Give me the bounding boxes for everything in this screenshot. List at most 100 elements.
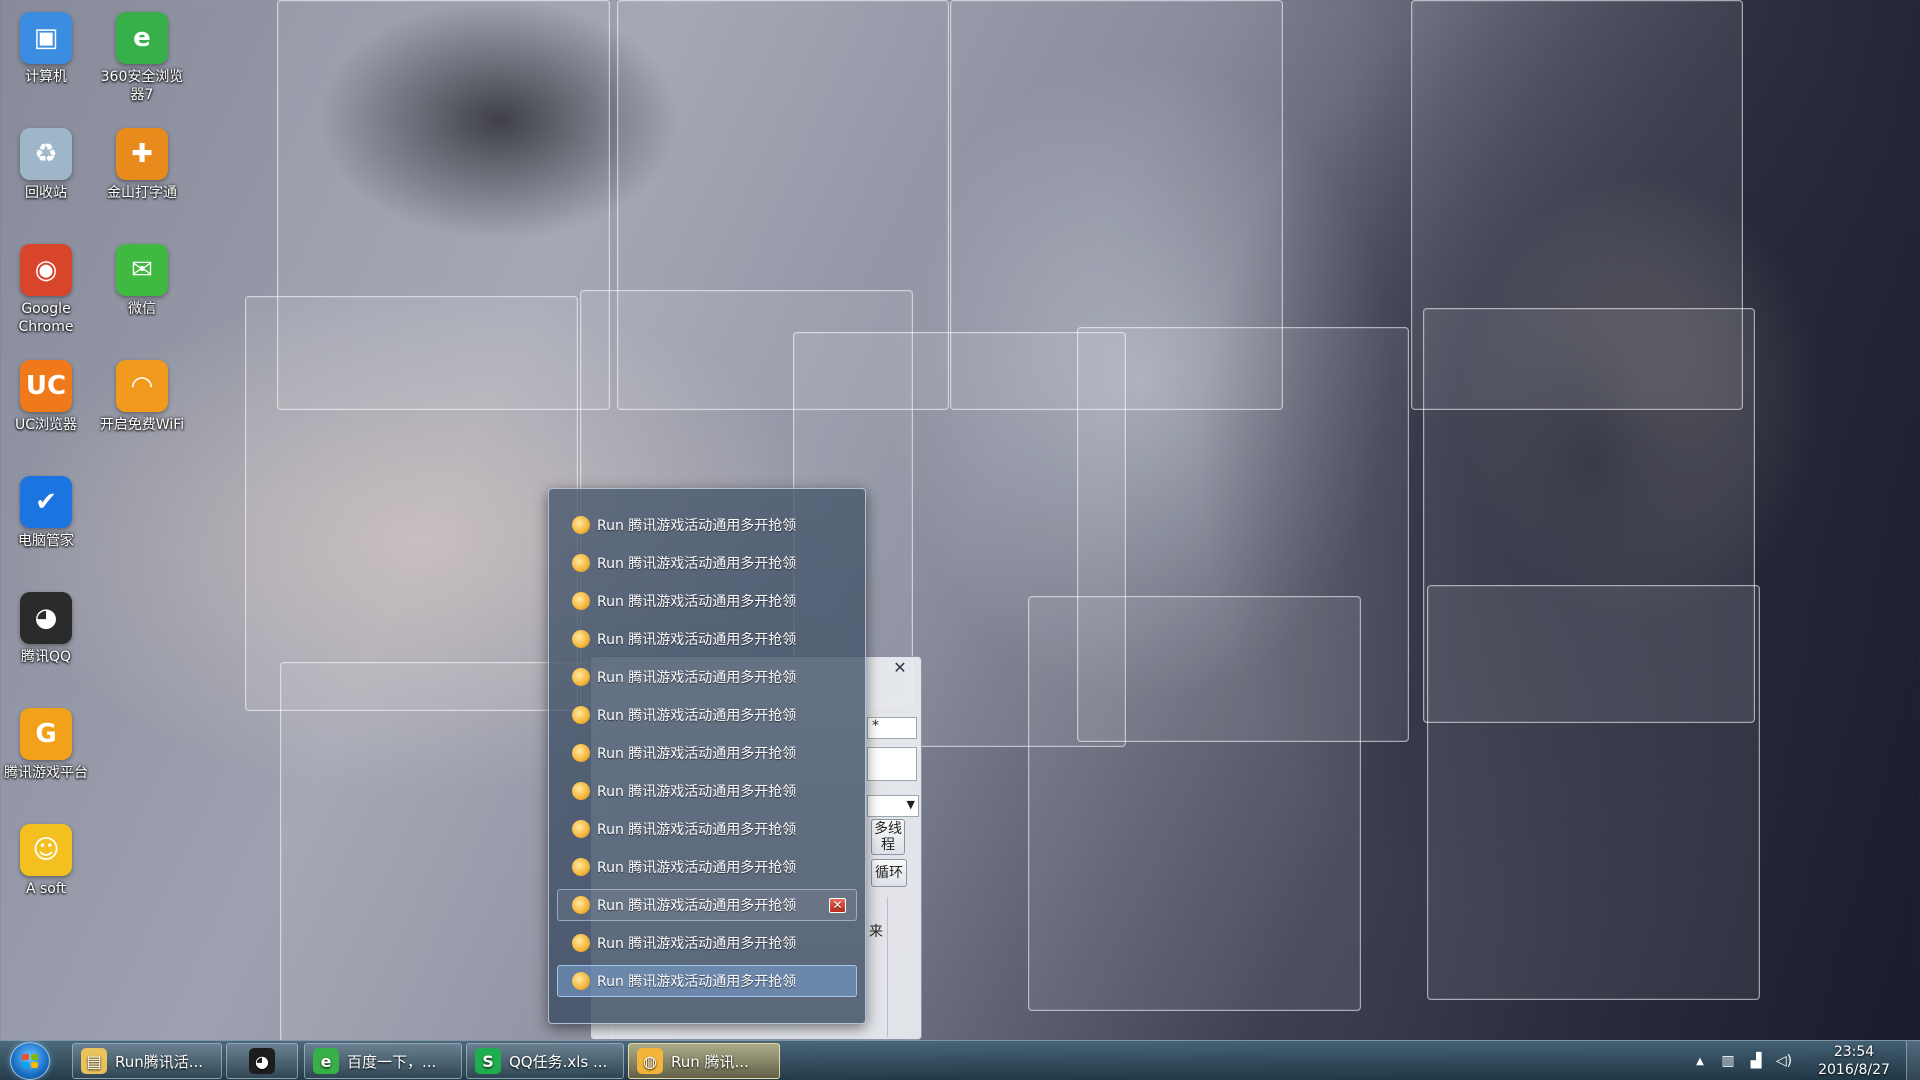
windows-logo-icon (31, 1062, 38, 1068)
tencent-games-icon: G (20, 708, 72, 760)
desktop-icon-label: 腾讯游戏平台 (4, 765, 88, 781)
show-desktop-button[interactable] (1906, 1041, 1920, 1080)
popup-list-item[interactable]: Run 腾讯游戏活动通用多开抢领 ✕ (557, 889, 857, 921)
window-close-button[interactable]: ✕ (885, 659, 915, 677)
popup-item-label: Run 腾讯游戏活动通用多开抢领 (597, 632, 797, 648)
pc-manager-icon: ✔ (20, 476, 72, 528)
taskbar-button-label: 百度一下，... (347, 1052, 437, 1071)
taskbar: ▤ Run腾讯活... ◕ e 百度一下，... S QQ任务.xls ... ◍ Run 腾讯… (0, 1040, 1920, 1080)
glass-tile (1028, 596, 1361, 1011)
taskbar-button[interactable]: e 百度一下，... (304, 1043, 462, 1079)
taskbar-button[interactable]: ▤ Run腾讯活... (72, 1043, 222, 1079)
app-orange-icon (572, 744, 590, 762)
desktop-icon-label: UC浏览器 (14, 417, 78, 433)
desktop-icon[interactable]: ✚ 金山打字通 (96, 128, 188, 202)
app-orange-icon (572, 592, 590, 610)
popup-list-item[interactable]: Run 腾讯游戏活动通用多开抢领 (557, 547, 857, 579)
desktop-icon[interactable]: ◕ 腾讯QQ (0, 592, 92, 666)
popup-item-label: Run 腾讯游戏活动通用多开抢领 (597, 822, 797, 838)
popup-list-item[interactable]: Run 腾讯游戏活动通用多开抢领 (557, 775, 857, 807)
popup-item-label: Run 腾讯游戏活动通用多开抢领 (597, 898, 797, 914)
taskbar-button-label: Run腾讯活... (115, 1052, 204, 1071)
desktop-icon[interactable]: ✔ 电脑管家 (0, 476, 92, 550)
scrollbar[interactable] (887, 897, 907, 1037)
device-icon[interactable]: ▥ (1717, 1053, 1739, 1069)
popup-item-label: Run 腾讯游戏活动通用多开抢领 (597, 746, 797, 762)
desktop-icon[interactable]: ◉ Google Chrome (0, 244, 92, 336)
taskbar-button-label: QQ任务.xls ... (509, 1052, 608, 1071)
desktop-icon[interactable]: ◠ 开启免费WiFi (96, 360, 188, 434)
popup-list-item[interactable]: Run 腾讯游戏活动通用多开抢领 (557, 661, 857, 693)
app-orange-icon (572, 934, 590, 952)
desktop-icon[interactable]: UC UC浏览器 (0, 360, 92, 434)
browser-360-icon: e (116, 12, 168, 64)
dropdown-select[interactable]: ▼ (867, 795, 919, 817)
close-icon[interactable]: ✕ (829, 898, 846, 913)
app-orange-icon (572, 516, 590, 534)
chrome-icon: ◉ (20, 244, 72, 296)
popup-list-item[interactable]: Run 腾讯游戏活动通用多开抢领 (557, 509, 857, 541)
desktop-icon-label: 360安全浏览器7 (100, 69, 184, 103)
desktop-icon[interactable]: e 360安全浏览器7 (96, 12, 188, 104)
popup-list-item[interactable]: Run 腾讯游戏活动通用多开抢领 (557, 851, 857, 883)
window-switcher-popup: Run 腾讯游戏活动通用多开抢领 Run 腾讯游戏活动通用多开抢领 Run 腾讯游戏… (548, 488, 866, 1024)
multi-thread-button[interactable]: 多线程 (871, 819, 905, 855)
clock[interactable]: 23:54 2016/8/27 (1806, 1043, 1902, 1079)
app-orange-icon (572, 858, 590, 876)
desktop-icon[interactable]: ♻ 回收站 (0, 128, 92, 202)
windows-logo-icon (22, 1054, 29, 1060)
popup-item-label: Run 腾讯游戏活动通用多开抢领 (597, 556, 797, 572)
desktop-icon-label: 计算机 (25, 69, 67, 85)
popup-list-item[interactable]: Run 腾讯游戏活动通用多开抢领 (557, 737, 857, 769)
input-field[interactable]: * (867, 717, 917, 739)
app-orange-icon (572, 972, 590, 990)
network-icon[interactable]: ▟ (1745, 1053, 1767, 1069)
desktop-icon[interactable]: G 腾讯游戏平台 (0, 708, 92, 782)
computer-icon: ▣ (20, 12, 72, 64)
popup-item-label: Run 腾讯游戏活动通用多开抢领 (597, 784, 797, 800)
input-field-secondary[interactable] (867, 747, 917, 781)
popup-item-label: Run 腾讯游戏活动通用多开抢领 (597, 594, 797, 610)
qq-penguin-icon: ◕ (249, 1048, 275, 1074)
qq-penguin-icon: ◕ (20, 592, 72, 644)
popup-list-item[interactable]: Run 腾讯游戏活动通用多开抢领 (557, 965, 857, 997)
popup-list-item[interactable]: Run 腾讯游戏活动通用多开抢领 (557, 927, 857, 959)
taskbar-button[interactable]: S QQ任务.xls ... (466, 1043, 624, 1079)
chevron-down-icon: ▼ (906, 798, 915, 811)
app-orange-icon (572, 668, 590, 686)
popup-list-item[interactable]: Run 腾讯游戏活动通用多开抢领 (557, 813, 857, 845)
smiley-icon: ☺ (20, 824, 72, 876)
popup-list-item[interactable]: Run 腾讯游戏活动通用多开抢领 (557, 699, 857, 731)
app-orange-icon (572, 554, 590, 572)
taskbar-button[interactable]: ◕ (226, 1043, 298, 1079)
partial-text: 来 (869, 924, 883, 940)
tray-expand-icon[interactable]: ▲ (1689, 1056, 1711, 1067)
popup-item-label: Run 腾讯游戏活动通用多开抢领 (597, 708, 797, 724)
desktop-icon-label: 回收站 (25, 185, 67, 201)
desktop-icon[interactable]: ▣ 计算机 (0, 12, 92, 86)
glass-tile (245, 296, 578, 711)
loop-button[interactable]: 循环 (871, 859, 907, 887)
tray-icon-group: ▥ ▟ ◁) (1714, 1053, 1798, 1069)
volume-icon[interactable]: ◁) (1773, 1053, 1795, 1069)
desktop-icon-label: 微信 (128, 301, 156, 317)
taskbar-button[interactable]: ◍ Run 腾讯... (628, 1043, 780, 1079)
windows-logo-icon (31, 1054, 38, 1060)
popup-list-item[interactable]: Run 腾讯游戏活动通用多开抢领 (557, 585, 857, 617)
system-tray: ▲ ▥ ▟ ◁) 23:54 2016/8/27 (1686, 1041, 1920, 1080)
popup-list-item[interactable]: Run 腾讯游戏活动通用多开抢领 (557, 623, 857, 655)
desktop-icon[interactable]: ☺ A soft (0, 824, 92, 898)
desktop-icon[interactable]: ✉ 微信 (96, 244, 188, 318)
app-orange-icon (572, 820, 590, 838)
popup-item-label: Run 腾讯游戏活动通用多开抢领 (597, 518, 797, 534)
popup-list: Run 腾讯游戏活动通用多开抢领 Run 腾讯游戏活动通用多开抢领 Run 腾讯游戏… (549, 509, 865, 997)
windows-logo-icon (22, 1062, 29, 1068)
desktop-icon-label: 开启免费WiFi (99, 417, 185, 433)
taskbar-button-label: Run 腾讯... (671, 1052, 749, 1071)
app-orange-icon (572, 782, 590, 800)
app-orange-icon: ◍ (637, 1048, 663, 1074)
wechat-icon: ✉ (116, 244, 168, 296)
glass-tile (1427, 585, 1760, 1000)
start-button[interactable] (10, 1042, 50, 1080)
popup-item-label: Run 腾讯游戏活动通用多开抢领 (597, 936, 797, 952)
